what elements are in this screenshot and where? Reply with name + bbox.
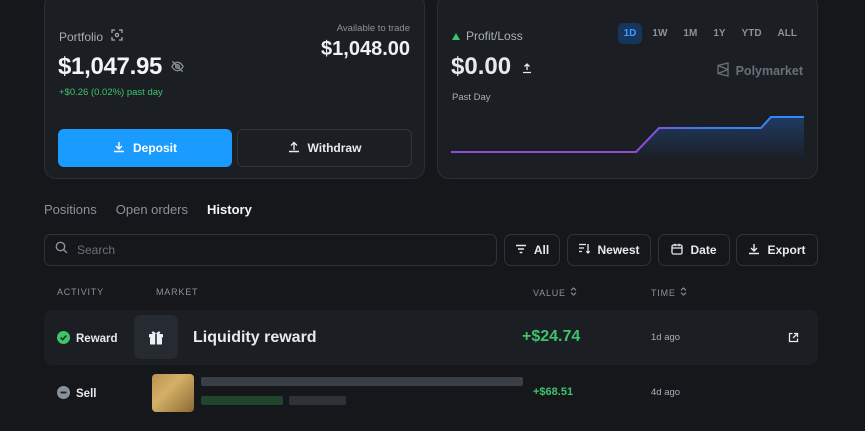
activity-label: Sell (76, 388, 97, 400)
check-circle-icon (57, 331, 70, 347)
pnl-period-label: Past Day (452, 92, 491, 103)
search-box (44, 234, 497, 266)
sort-newest-button[interactable]: Newest (567, 234, 651, 266)
time-cell: 1d ago (651, 332, 681, 343)
market-title-redacted (201, 377, 523, 386)
withdraw-button[interactable]: Withdraw (237, 129, 412, 167)
filter-all-button[interactable]: All (504, 234, 560, 266)
withdraw-label: Withdraw (307, 141, 362, 155)
eye-off-icon[interactable] (170, 53, 185, 81)
deposit-label: Deposit (132, 141, 177, 155)
deposit-button[interactable]: Deposit (58, 129, 232, 167)
portfolio-label: Portfolio (59, 29, 104, 44)
tab-open-orders[interactable]: Open orders (116, 202, 188, 217)
range-1y[interactable]: 1Y (707, 23, 731, 44)
range-selector: 1D 1W 1M 1Y YTD ALL (617, 23, 803, 44)
export-label: Export (767, 243, 806, 257)
download-icon (113, 141, 125, 156)
market-shares-redacted (289, 396, 346, 405)
sparkline-area (636, 117, 804, 161)
share-icon[interactable] (521, 53, 533, 81)
range-1m[interactable]: 1M (677, 23, 703, 44)
polymarket-brand: Polymarket (716, 62, 803, 80)
market-title[interactable]: Liquidity reward (193, 329, 317, 347)
range-ytd[interactable]: YTD (736, 23, 768, 44)
header-time[interactable]: TIME (651, 287, 687, 298)
pnl-sparkline-chart (451, 116, 804, 161)
sort-icon (578, 243, 591, 257)
range-all[interactable]: ALL (772, 23, 803, 44)
minus-circle-icon (57, 386, 70, 402)
header-activity: ACTIVITY (57, 287, 104, 297)
range-1w[interactable]: 1W (646, 23, 673, 44)
activity-cell: Reward (57, 331, 118, 347)
external-link-icon[interactable] (788, 330, 799, 348)
sort-toggle-icon (680, 287, 687, 298)
value-cell: +$68.51 (533, 386, 574, 398)
portfolio-change: +$0.26 (0.02%) past day (59, 87, 163, 98)
available-value: $1,048.00 (321, 38, 410, 60)
time-cell: 4d ago (651, 387, 681, 398)
gift-icon (134, 315, 178, 359)
header-value[interactable]: VALUE (533, 287, 577, 298)
market-thumbnail (152, 374, 194, 412)
available-label: Available to trade (336, 23, 410, 34)
activity-label: Reward (76, 333, 118, 345)
profit-loss-card: Profit/Loss $0.00 Past Day 1D 1W 1M 1Y Y… (437, 0, 818, 179)
market-outcome-redacted (201, 396, 283, 405)
pnl-label: Profit/Loss (466, 29, 523, 43)
export-button[interactable]: Export (736, 234, 818, 266)
header-market: MARKET (156, 287, 199, 297)
header-time-label: TIME (651, 287, 676, 298)
table-row[interactable]: Reward Liquidity reward +$24.74 1d ago (44, 310, 818, 365)
search-icon (55, 241, 68, 259)
tab-history[interactable]: History (207, 202, 252, 217)
scan-icon[interactable] (111, 29, 123, 44)
available-to-trade: Available to trade $1,048.00 (321, 23, 410, 61)
sort-toggle-icon (570, 287, 577, 298)
activity-cell: Sell (57, 386, 96, 402)
calendar-icon (671, 243, 684, 258)
filter-all-label: All (533, 243, 550, 257)
history-tabs: Positions Open orders History (44, 202, 252, 217)
polymarket-logo-icon (716, 62, 730, 80)
sort-label: Newest (597, 243, 640, 257)
value-cell: +$24.74 (522, 328, 581, 345)
header-value-label: VALUE (533, 287, 566, 298)
range-1d[interactable]: 1D (617, 23, 643, 44)
download-icon (748, 243, 760, 258)
triangle-up-icon (452, 29, 460, 43)
filter-icon (515, 243, 527, 257)
date-filter-button[interactable]: Date (658, 234, 730, 266)
date-label: Date (690, 243, 717, 257)
upload-icon (288, 141, 300, 156)
pnl-value: $0.00 (451, 53, 512, 80)
portfolio-card: Portfolio $1,047.95 +$0.26 (0.02%) past … (44, 0, 425, 179)
brand-label: Polymarket (735, 64, 803, 78)
portfolio-value: $1,047.95 (58, 53, 163, 80)
search-input[interactable] (77, 243, 477, 257)
tab-positions[interactable]: Positions (44, 202, 97, 217)
